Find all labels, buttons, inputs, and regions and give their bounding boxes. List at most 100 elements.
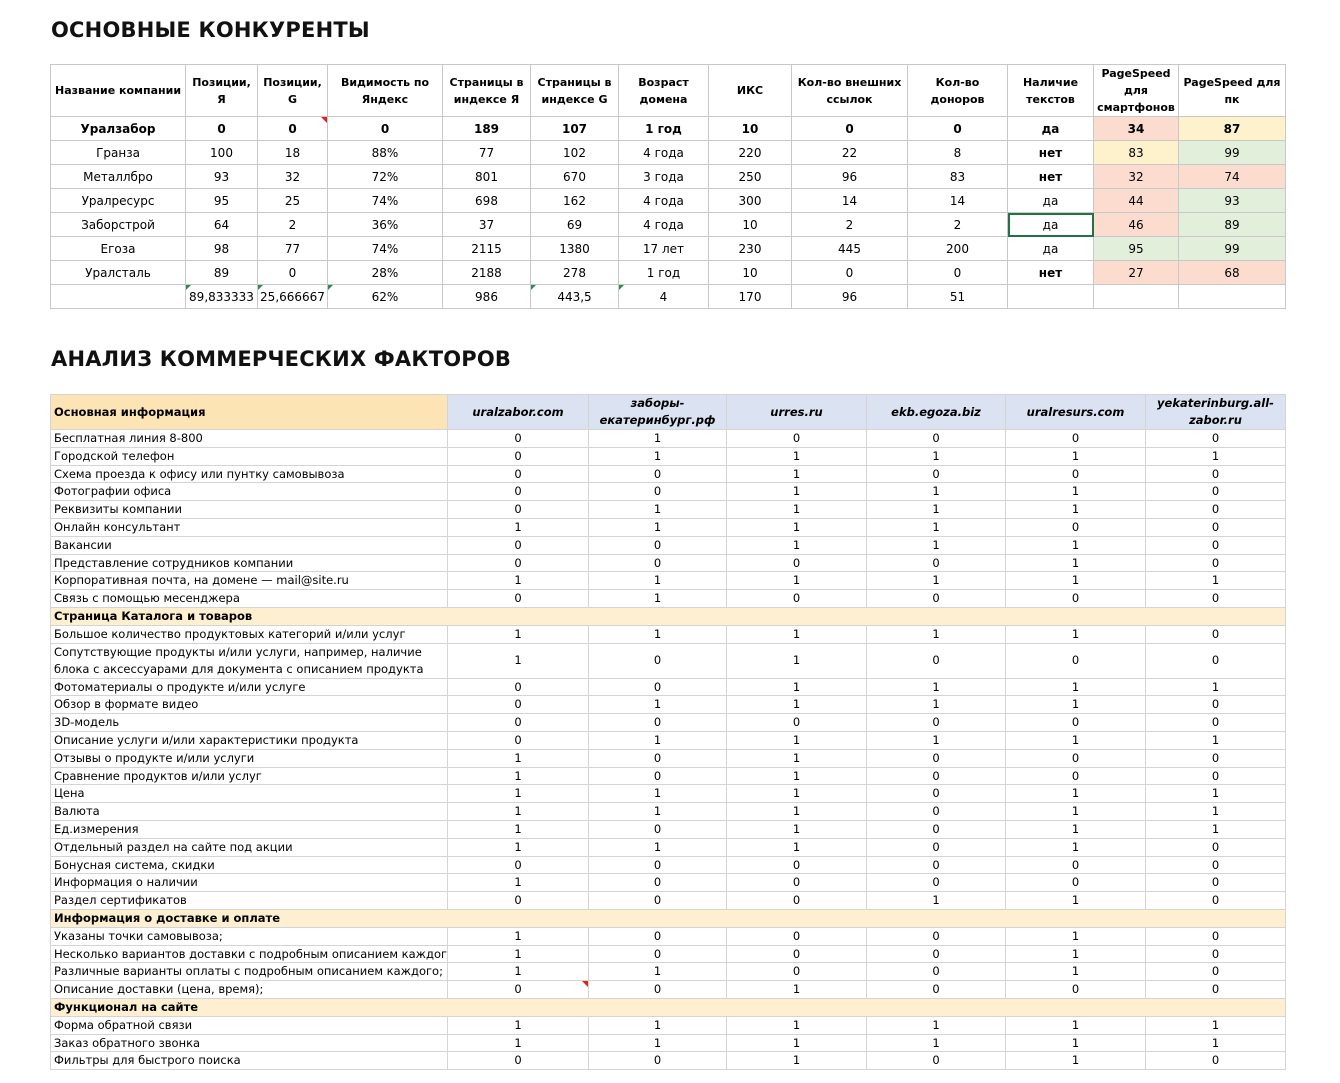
factor-label[interactable]: Городской телефон — [50, 446, 448, 466]
table-cell[interactable]: да — [1007, 116, 1094, 141]
table-cell[interactable]: 88% — [327, 140, 443, 165]
factor-value[interactable]: 0 — [1145, 713, 1286, 732]
factor-value[interactable]: 1 — [1005, 535, 1146, 555]
factor-value[interactable]: 1 — [1145, 1033, 1286, 1053]
table-cell[interactable]: 4 года — [618, 140, 709, 165]
factor-value[interactable]: 0 — [1145, 891, 1286, 910]
factor-value[interactable]: 0 — [866, 1051, 1006, 1071]
factor-value[interactable]: 1 — [726, 517, 867, 537]
factor-value[interactable]: 0 — [1145, 535, 1286, 555]
factor-value[interactable]: 0 — [866, 766, 1006, 786]
factor-value[interactable]: 1 — [447, 926, 589, 946]
table-cell[interactable]: 22 — [791, 140, 908, 165]
factor-value[interactable]: 0 — [866, 873, 1006, 893]
table-cell[interactable]: 278 — [530, 260, 619, 285]
factor-value[interactable]: 1 — [1005, 677, 1146, 697]
factor-value[interactable]: 1 — [447, 642, 589, 679]
factor-value[interactable]: 0 — [447, 446, 589, 466]
factor-value[interactable]: 0 — [588, 677, 727, 697]
factor-value[interactable]: 0 — [1145, 1051, 1286, 1071]
factor-value[interactable]: 1 — [726, 464, 867, 484]
factor-value[interactable]: 0 — [866, 642, 1006, 679]
table-cell[interactable]: Гранза — [50, 140, 186, 165]
factor-value[interactable]: 0 — [447, 713, 589, 732]
factor-value[interactable]: 0 — [1145, 695, 1286, 715]
factor-value[interactable]: 0 — [1005, 713, 1146, 732]
factor-value[interactable]: 0 — [447, 980, 589, 999]
table-cell[interactable]: 28% — [327, 260, 443, 285]
factor-value[interactable]: 0 — [588, 482, 727, 502]
factor-label[interactable]: Раздел сертификатов — [50, 891, 448, 910]
factor-value[interactable]: 1 — [726, 500, 867, 519]
table-cell[interactable]: 2 — [907, 212, 1008, 237]
table-cell[interactable]: 69 — [530, 212, 619, 237]
table-cell[interactable]: 1 год — [618, 260, 709, 285]
factor-value[interactable]: 1 — [1145, 802, 1286, 821]
factor-value[interactable]: 1 — [447, 624, 589, 644]
factor-value[interactable]: 1 — [447, 784, 589, 804]
factor-value[interactable]: 0 — [1145, 873, 1286, 893]
factor-label[interactable]: Информация о наличии — [50, 873, 448, 893]
factor-value[interactable]: 0 — [588, 980, 727, 999]
table-cell[interactable]: 17 лет — [618, 236, 709, 261]
table-cell[interactable]: 670 — [530, 164, 619, 189]
factor-value[interactable]: 0 — [447, 429, 589, 448]
factor-label[interactable]: Онлайн консультант — [50, 517, 448, 537]
table-cell[interactable]: 95 — [1093, 236, 1179, 261]
factor-value[interactable]: 1 — [1005, 819, 1146, 839]
factor-label[interactable]: Указаны точки самовывоза; — [50, 926, 448, 946]
factor-value[interactable]: 1 — [1145, 730, 1286, 750]
factor-value[interactable]: 0 — [447, 500, 589, 519]
factor-label[interactable]: Различные варианты оплаты с подробным оп… — [50, 962, 448, 982]
table-cell[interactable]: 18 — [257, 140, 328, 165]
factor-value[interactable]: 0 — [447, 482, 589, 502]
factor-value[interactable]: 1 — [588, 589, 727, 608]
table-cell[interactable]: 0 — [257, 116, 328, 141]
table-cell[interactable]: 25,666667 — [257, 284, 328, 309]
factor-value[interactable]: 1 — [726, 980, 867, 999]
factor-value[interactable]: 1 — [726, 802, 867, 821]
factor-value[interactable]: 0 — [1145, 766, 1286, 786]
factor-value[interactable]: 0 — [866, 748, 1006, 768]
table-cell[interactable]: 14 — [907, 188, 1008, 213]
table-cell[interactable]: 93 — [185, 164, 258, 189]
table-cell[interactable]: Уралресурс — [50, 188, 186, 213]
factor-value[interactable]: 0 — [726, 855, 867, 875]
factor-value[interactable]: 1 — [588, 1033, 727, 1053]
factor-value[interactable]: 0 — [1145, 962, 1286, 982]
factor-value[interactable]: 0 — [726, 926, 867, 946]
factor-value[interactable]: 1 — [447, 873, 589, 893]
factor-value[interactable]: 1 — [866, 517, 1006, 537]
factor-value[interactable]: 0 — [1145, 980, 1286, 999]
factor-value[interactable]: 0 — [866, 553, 1006, 573]
factor-value[interactable]: 0 — [1145, 944, 1286, 964]
factor-value[interactable]: 1 — [588, 500, 727, 519]
factor-value[interactable]: 0 — [1145, 464, 1286, 484]
table-cell[interactable]: 96 — [791, 284, 908, 309]
factor-value[interactable]: 1 — [1005, 553, 1146, 573]
factor-value[interactable]: 0 — [1005, 464, 1146, 484]
table-cell[interactable]: 89,833333 — [185, 284, 258, 309]
factor-value[interactable]: 0 — [588, 855, 727, 875]
table-cell[interactable]: да — [1007, 188, 1094, 213]
factor-label[interactable]: Ед.измерения — [50, 819, 448, 839]
factor-value[interactable]: 0 — [726, 873, 867, 893]
factor-label[interactable]: Заказ обратного звонка — [50, 1033, 448, 1053]
factor-value[interactable]: 1 — [1145, 446, 1286, 466]
table-cell[interactable]: Уралзабор — [50, 116, 186, 141]
factor-value[interactable]: 1 — [866, 695, 1006, 715]
factor-value[interactable]: 0 — [588, 873, 727, 893]
factor-label[interactable]: Фильтры для быстрого поиска — [50, 1051, 448, 1071]
factor-value[interactable]: 1 — [866, 500, 1006, 519]
factor-label[interactable]: Валюта — [50, 802, 448, 821]
table-cell[interactable]: 74% — [327, 188, 443, 213]
table-cell[interactable]: 83 — [1093, 140, 1179, 165]
factor-value[interactable]: 0 — [726, 891, 867, 910]
factor-label[interactable]: Описание услуги и/или характеристики про… — [50, 730, 448, 750]
section-label[interactable]: Функционал на сайте — [50, 997, 1286, 1017]
factor-label[interactable]: Отдельный раздел на сайте под акции — [50, 837, 448, 857]
table-cell[interactable]: 2 — [257, 212, 328, 237]
factor-value[interactable]: 1 — [1005, 802, 1146, 821]
factor-value[interactable]: 1 — [447, 819, 589, 839]
factor-value[interactable]: 0 — [1145, 624, 1286, 644]
